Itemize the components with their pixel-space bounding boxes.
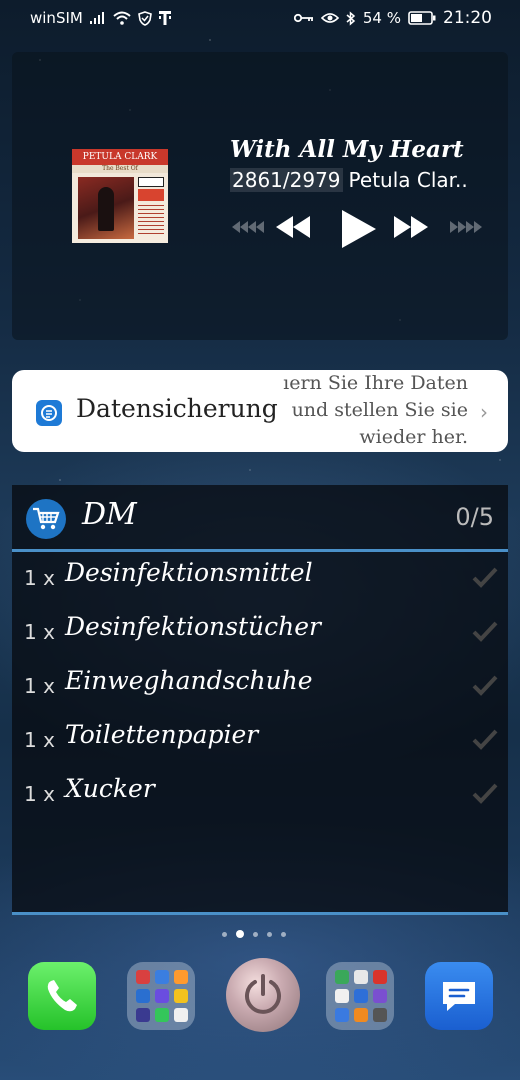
list-item[interactable]: 1 x Desinfektionsmittel [12, 552, 508, 606]
list-item[interactable]: 1 x Toilettenpapier [12, 714, 508, 768]
item-quantity: 1 x [24, 674, 55, 698]
folder-mini-icon [335, 970, 349, 984]
item-name: Desinfektionsmittel [65, 558, 313, 587]
folder-mini-icon [155, 989, 169, 1003]
track-info: 2861/2979 Petula Clar.. [230, 168, 468, 192]
app-folder-icon[interactable] [326, 962, 394, 1030]
folder-mini-icon [373, 1008, 387, 1022]
key-icon [293, 13, 314, 23]
album-badge [138, 177, 164, 187]
banner-desc-line-3: wieder her. [359, 426, 468, 448]
folder-mini-icon [155, 1008, 169, 1022]
page-indicator[interactable] [222, 928, 300, 940]
track-position: 2861/2979 [230, 168, 343, 192]
page-dot[interactable] [267, 931, 272, 937]
list-count: 0/5 [455, 503, 494, 531]
backup-icon [36, 400, 62, 426]
album-artist-text: PETULA CLARK [72, 149, 168, 165]
song-title: With All My Heart [230, 136, 464, 163]
bluetooth-icon [346, 10, 356, 26]
item-name: Einweghandschuhe [65, 666, 313, 695]
carrier-label: winSIM [30, 9, 83, 27]
checkmark-icon[interactable] [472, 620, 498, 646]
list-header[interactable]: DM 0/5 [12, 485, 508, 549]
backup-notification-banner[interactable]: Datensicherung ıern Sie Ihre Daten und s… [12, 370, 508, 452]
folder-mini-icon [335, 1008, 349, 1022]
next-track-icon[interactable] [450, 218, 484, 240]
phone-app-icon[interactable] [28, 962, 96, 1030]
signal-icon [89, 12, 106, 24]
track-artist: Petula Clar.. [348, 168, 468, 192]
app-folder-icon[interactable] [127, 962, 195, 1030]
item-name: Toilettenpapier [65, 720, 259, 749]
item-quantity: 1 x [24, 620, 55, 644]
battery-percent: 54 % [362, 9, 401, 27]
item-quantity: 1 x [24, 728, 55, 752]
fast-forward-icon[interactable] [394, 214, 430, 244]
album-subtitle-text: The Best Of [72, 165, 168, 173]
folder-mini-icon [335, 989, 349, 1003]
folder-mini-icon [373, 989, 387, 1003]
messages-app-icon[interactable] [425, 962, 493, 1030]
folder-mini-icon [174, 970, 188, 984]
eye-icon [320, 12, 339, 24]
shopping-list-widget[interactable]: DM 0/5 1 x Desinfektionsmittel 1 x Desin… [12, 485, 508, 915]
album-tracklist-graphic [138, 205, 164, 235]
item-name: Xucker [65, 774, 155, 803]
wifi-icon [113, 11, 131, 25]
dock [0, 958, 520, 1038]
list-item[interactable]: 1 x Desinfektionstücher [12, 606, 508, 660]
clock-time: 21:20 [443, 8, 492, 28]
folder-mini-icon [354, 989, 368, 1003]
folder-mini-icon [354, 1008, 368, 1022]
page-dot[interactable] [253, 931, 258, 937]
folder-mini-icon [136, 1008, 150, 1022]
folder-mini-icon [136, 989, 150, 1003]
album-photo [78, 177, 134, 239]
list-item[interactable]: 1 x Xucker [12, 768, 508, 822]
shopping-cart-icon[interactable] [26, 499, 66, 539]
item-quantity: 1 x [24, 566, 55, 590]
list-items: 1 x Desinfektionsmittel 1 x Desinfektion… [12, 552, 508, 822]
folder-mini-icon [136, 970, 150, 984]
item-quantity: 1 x [24, 782, 55, 806]
playback-controls [230, 208, 484, 248]
folder-mini-icon [155, 970, 169, 984]
album-badge-red [138, 189, 164, 201]
rewind-icon[interactable] [276, 214, 312, 244]
checkmark-icon[interactable] [472, 782, 498, 808]
checkmark-icon[interactable] [472, 728, 498, 754]
previous-track-icon[interactable] [230, 218, 264, 240]
page-dot[interactable] [281, 931, 286, 937]
list-item[interactable]: 1 x Einweghandschuhe [12, 660, 508, 714]
checkmark-icon[interactable] [472, 566, 498, 592]
album-cover[interactable]: PETULA CLARK The Best Of [72, 149, 168, 243]
chevron-right-icon: › [480, 400, 488, 424]
folder-mini-icon [354, 970, 368, 984]
banner-desc-line-2: und stellen Sie sie [291, 399, 468, 421]
banner-desc-line-1: ıern Sie Ihre Daten [283, 372, 468, 394]
folder-mini-icon [174, 989, 188, 1003]
banner-description: ıern Sie Ihre Daten und stellen Sie sie … [248, 370, 468, 451]
t-app-icon [158, 11, 171, 25]
folder-mini-icon [174, 1008, 188, 1022]
battery-icon [408, 11, 436, 25]
status-bar: winSIM 54 % 21:20 [0, 0, 520, 36]
item-name: Desinfektionstücher [65, 612, 321, 641]
power-app-icon[interactable] [226, 958, 300, 1032]
folder-mini-icon [373, 970, 387, 984]
music-player-widget[interactable]: PETULA CLARK The Best Of With All My Hea… [12, 52, 508, 340]
checkmark-icon[interactable] [472, 674, 498, 700]
page-dot[interactable] [222, 931, 227, 937]
list-title: DM [82, 497, 137, 532]
page-dot-active[interactable] [236, 930, 244, 938]
play-icon[interactable] [338, 208, 378, 254]
shield-icon [137, 10, 152, 26]
footer-divider [12, 912, 508, 915]
